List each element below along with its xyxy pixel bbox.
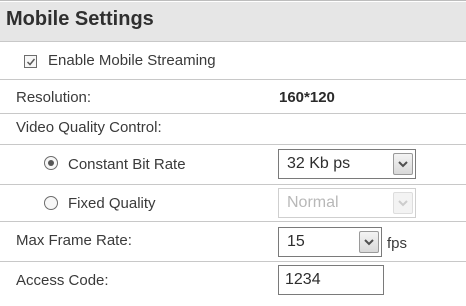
- constant-bit-rate-radio[interactable]: [44, 156, 58, 170]
- enable-mobile-streaming-checkbox[interactable]: [24, 55, 37, 68]
- access-code-row: Access Code: 1234: [0, 262, 466, 306]
- fixed-quality-select[interactable]: Normal: [278, 188, 416, 218]
- max-frame-rate-label: Max Frame Rate:: [16, 232, 132, 249]
- chevron-down-icon: [398, 161, 408, 168]
- check-icon: [26, 58, 36, 66]
- constant-bit-rate-row: Constant Bit Rate 32 Kb ps: [0, 145, 466, 185]
- fixed-quality-dropdown-button[interactable]: [393, 192, 413, 214]
- fixed-quality-value: Normal: [287, 194, 339, 211]
- fixed-quality-label[interactable]: Fixed Quality: [68, 195, 156, 212]
- resolution-label: Resolution:: [16, 89, 92, 106]
- mobile-settings-panel: Mobile Settings Enable Mobile Streaming …: [0, 0, 466, 305]
- resolution-row: Resolution: 160*120: [0, 80, 466, 114]
- bit-rate-value: 32 Kb ps: [287, 155, 351, 172]
- fixed-quality-radio[interactable]: [44, 196, 58, 210]
- bit-rate-select[interactable]: 32 Kb ps: [278, 149, 416, 179]
- frame-rate-unit: fps: [387, 235, 408, 252]
- chevron-down-icon: [364, 239, 374, 246]
- frame-rate-select[interactable]: 15: [278, 227, 382, 257]
- video-quality-row: Video Quality Control:: [0, 114, 466, 145]
- radio-selected-dot: [48, 160, 54, 166]
- enable-mobile-streaming-label[interactable]: Enable Mobile Streaming: [48, 52, 216, 69]
- mobile-streaming-row: Enable Mobile Streaming: [0, 42, 466, 80]
- resolution-value: 160*120: [279, 89, 335, 106]
- chevron-down-icon: [398, 200, 408, 207]
- access-code-input[interactable]: 1234: [278, 265, 384, 295]
- section-header: Mobile Settings: [0, 2, 466, 42]
- constant-bit-rate-label[interactable]: Constant Bit Rate: [68, 156, 186, 173]
- access-code-value: 1234: [285, 271, 321, 288]
- video-quality-label: Video Quality Control:: [16, 119, 162, 136]
- frame-rate-dropdown-button[interactable]: [359, 231, 379, 253]
- access-code-label: Access Code:: [16, 272, 109, 289]
- bit-rate-dropdown-button[interactable]: [393, 153, 413, 175]
- max-frame-rate-row: Max Frame Rate: 15 fps: [0, 222, 466, 262]
- section-title: Mobile Settings: [6, 8, 154, 30]
- frame-rate-value: 15: [287, 233, 305, 250]
- fixed-quality-row: Fixed Quality Normal: [0, 185, 466, 222]
